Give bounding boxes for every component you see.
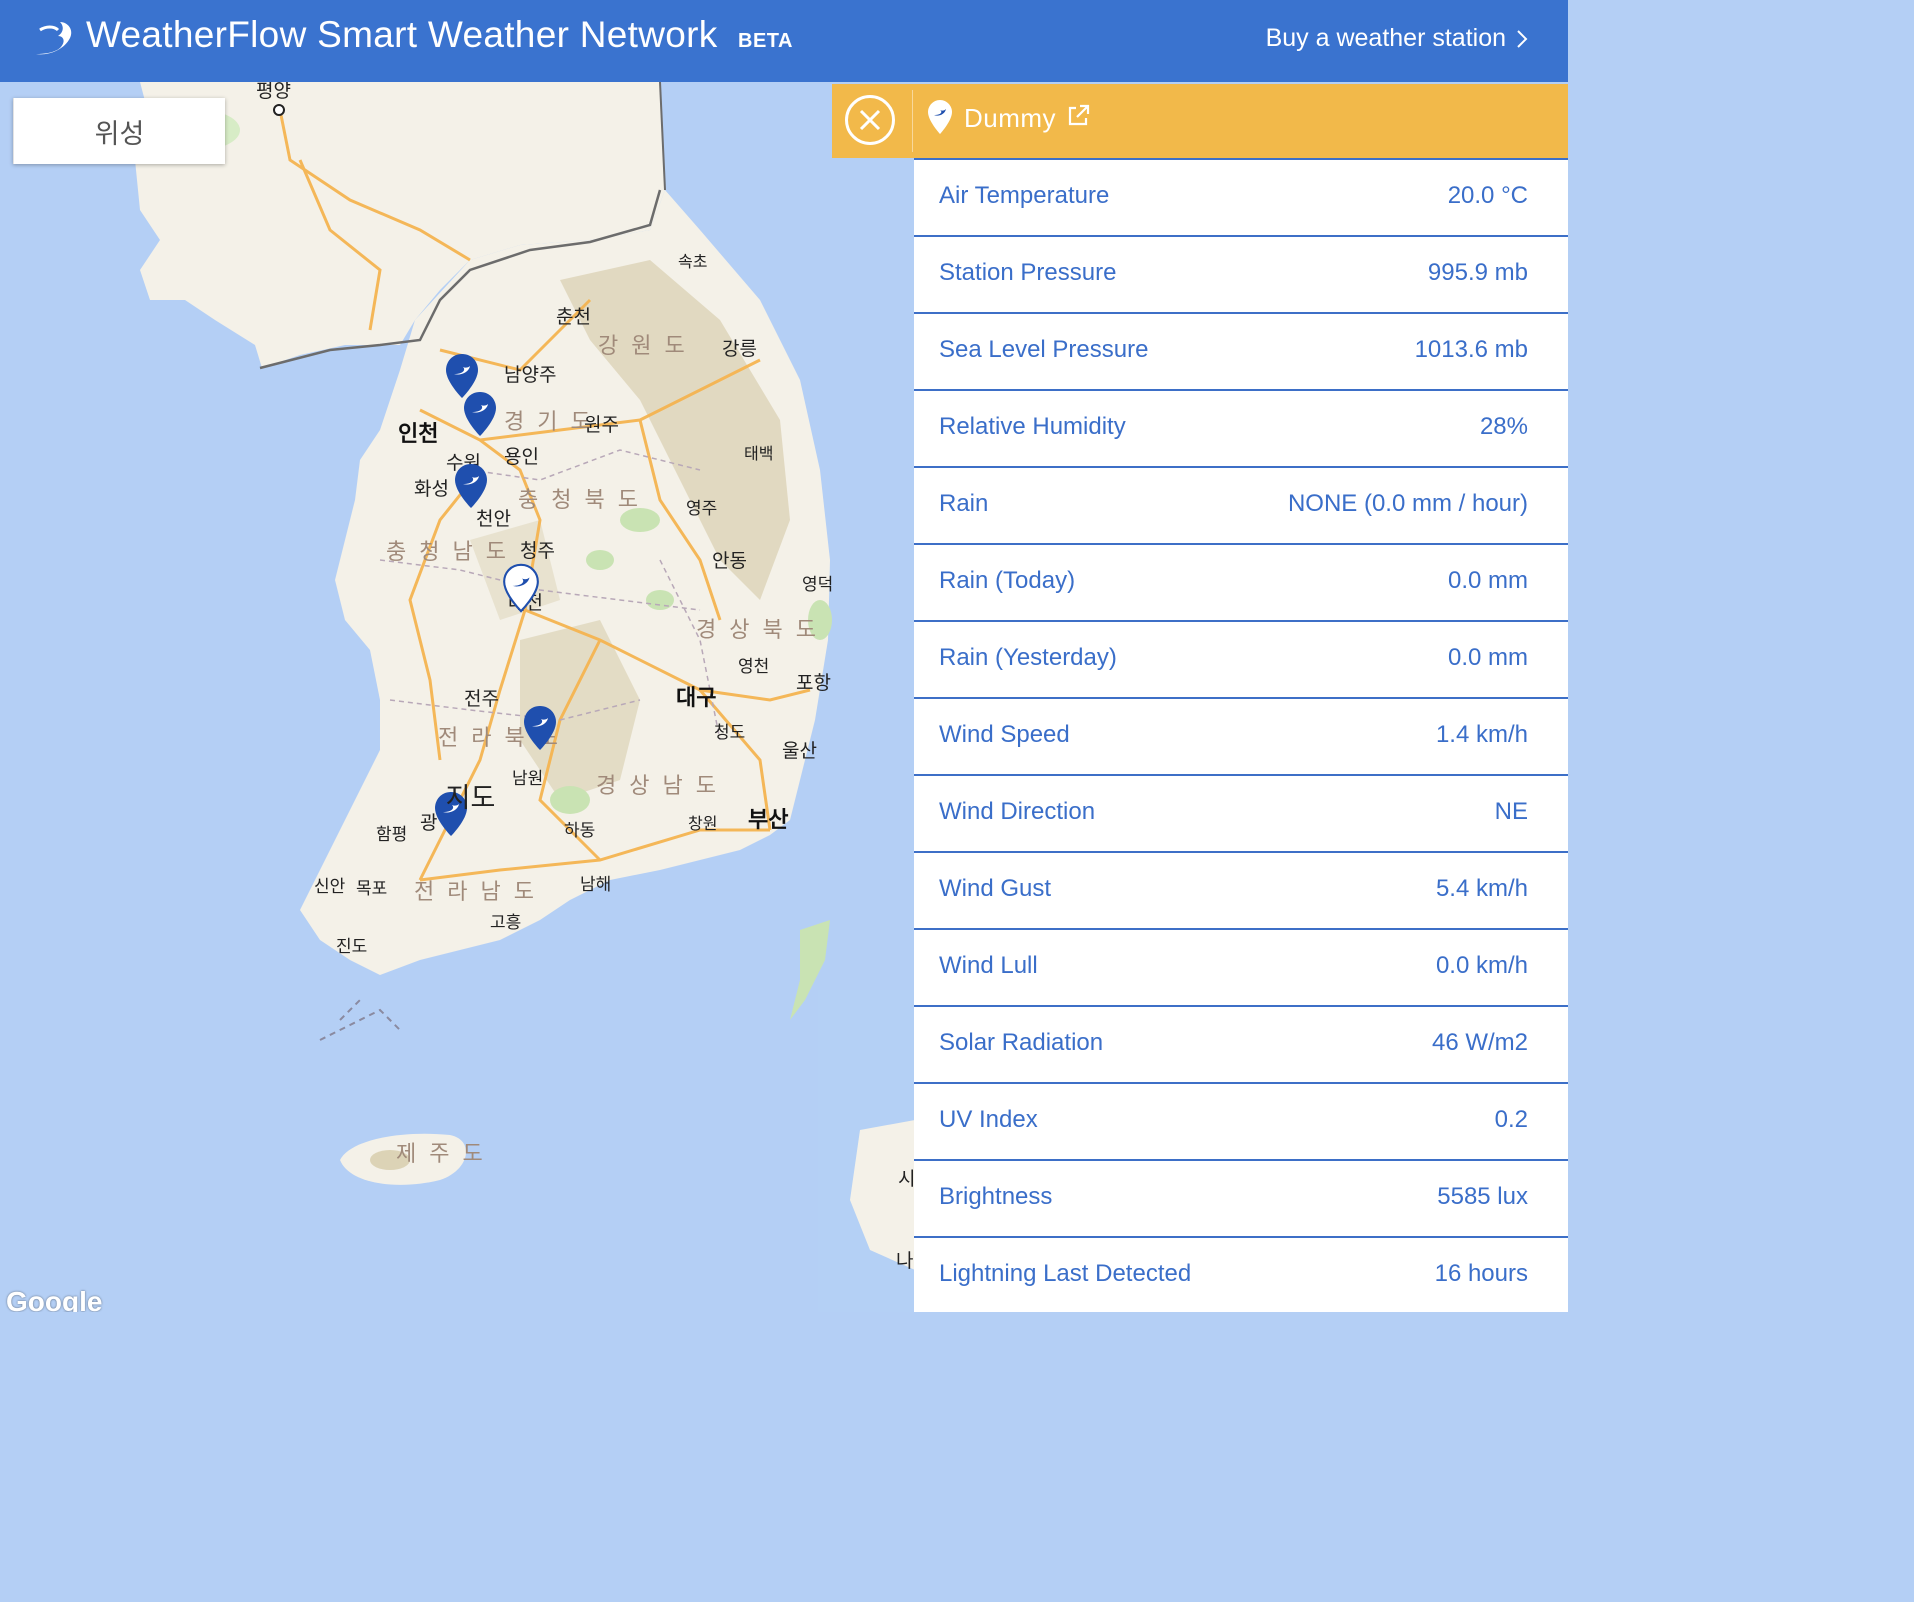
observation-label: Air Temperature [939,182,1110,209]
observation-row-wind-gust: Wind Gust 5.4 km/h [914,851,1568,928]
observation-row-rain-yesterday: Rain (Yesterday) 0.0 mm [914,620,1568,697]
observation-label: Wind Direction [939,798,1096,825]
observation-value: 5585 lux [1437,1183,1528,1210]
observation-label: Wind Lull [939,952,1038,979]
buy-station-label: Buy a weather station [1265,24,1506,52]
observation-label: Station Pressure [939,259,1117,286]
observation-value: 16 hours [1434,1260,1528,1287]
observation-label: Lightning Last Detected [939,1260,1192,1287]
observation-row-wind-direction: Wind Direction NE [914,774,1568,851]
observation-label: Sea Level Pressure [939,336,1149,363]
observation-value: 1013.6 mb [1414,336,1528,363]
observation-value: 1.4 km/h [1435,721,1528,748]
observations-panel: Air Temperature 20.0 °C Station Pressure… [914,158,1568,1312]
chevron-right-icon [1517,29,1528,48]
observation-value: NONE (0.0 mm / hour) [1287,490,1528,517]
app-header: WeatherFlow Smart Weather Network BETA B… [0,0,1568,82]
observation-value: 0.0 mm [1447,644,1528,671]
map-type-satellite-option[interactable]: 위성 [13,98,225,164]
external-link-icon[interactable] [1066,102,1092,128]
map-view[interactable]: 지도 위성 평양 속초 춘천 강 원 도 강릉 남양주 인천 경 기 도 원주 … [0,82,915,1312]
observation-value: 995.9 mb [1427,259,1528,286]
beta-badge: BETA [738,30,793,52]
observation-label: Relative Humidity [939,413,1126,440]
observation-value: 28% [1479,413,1528,440]
observation-value: 46 W/m2 [1431,1029,1528,1056]
observation-row-relative-humidity: Relative Humidity 28% [914,389,1568,466]
observation-row-sea-level-pressure: Sea Level Pressure 1013.6 mb [914,312,1568,389]
observation-row-wind-speed: Wind Speed 1.4 km/h [914,697,1568,774]
observation-label: Solar Radiation [939,1029,1104,1056]
google-logo: Google [6,1286,103,1312]
station-pin-icon [928,100,952,134]
observation-value: NE [1494,798,1528,825]
observation-row-rain: Rain NONE (0.0 mm / hour) [914,466,1568,543]
observation-value: 20.0 °C [1447,182,1528,209]
station-header-bar: Dummy [832,84,1568,158]
observation-value: 0.0 mm [1447,567,1528,594]
weatherflow-logo-icon[interactable] [30,16,76,62]
observation-row-rain-today: Rain (Today) 0.0 mm [914,543,1568,620]
observation-row-uv-index: UV Index 0.2 [914,1082,1568,1159]
observation-label: UV Index [939,1106,1038,1133]
observation-label: Rain (Yesterday) [939,644,1117,671]
station-bar-divider [912,90,913,152]
observation-row-air-temperature: Air Temperature 20.0 °C [914,158,1568,235]
observation-row-lightning-last-detected: Lightning Last Detected 16 hours [914,1236,1568,1313]
map-type-map-option[interactable]: 지도 [13,180,915,1312]
station-name: Dummy [964,103,1057,133]
observation-row-station-pressure: Station Pressure 995.9 mb [914,235,1568,312]
close-button[interactable] [845,95,895,145]
observation-row-solar-radiation: Solar Radiation 46 W/m2 [914,1005,1568,1082]
observation-row-wind-lull: Wind Lull 0.0 km/h [914,928,1568,1005]
observation-label: Rain [939,490,989,517]
observation-label: Wind Gust [939,875,1052,902]
observation-row-brightness: Brightness 5585 lux [914,1159,1568,1236]
map-label-pyongyang: 평양 [256,82,291,102]
observation-value: 0.2 [1494,1106,1528,1133]
buy-station-link[interactable]: Buy a weather station [1266,24,1528,53]
observation-value: 0.0 km/h [1435,952,1528,979]
observation-label: Rain (Today) [939,567,1076,594]
observation-value: 5.4 km/h [1435,875,1528,902]
close-icon [859,109,881,131]
app-title: WeatherFlow Smart Weather Network [86,14,718,55]
observation-label: Brightness [939,1183,1053,1210]
map-type-toggle: 지도 위성 [13,98,495,813]
observation-label: Wind Speed [939,721,1070,748]
